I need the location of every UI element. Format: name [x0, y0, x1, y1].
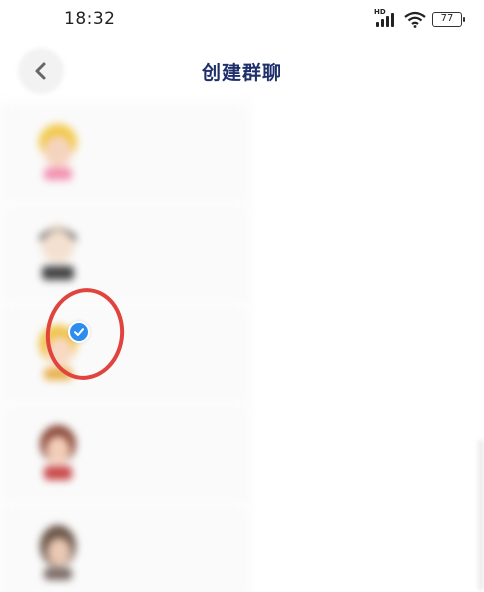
status-bar: 18:32 HD 77: [0, 0, 484, 40]
header: 创建群聊: [0, 40, 484, 102]
page-title: 创建群聊: [201, 62, 282, 84]
battery-level: 77: [440, 12, 454, 24]
status-icons: HD 77: [374, 8, 465, 28]
contact-item[interactable]: [0, 102, 484, 202]
avatar: [39, 124, 77, 180]
scroll-edge: [478, 440, 484, 590]
status-time: 18:32: [64, 9, 116, 29]
signal-icon: HD: [374, 8, 398, 28]
battery-icon: 77: [432, 11, 465, 27]
avatar: [40, 225, 76, 280]
avatar: [40, 525, 76, 580]
contact-item[interactable]: [0, 202, 484, 302]
wifi-icon: [404, 11, 426, 28]
contact-item[interactable]: [0, 402, 484, 502]
contact-list[interactable]: [0, 102, 484, 592]
contact-item[interactable]: [0, 502, 484, 592]
avatar: [40, 425, 76, 480]
